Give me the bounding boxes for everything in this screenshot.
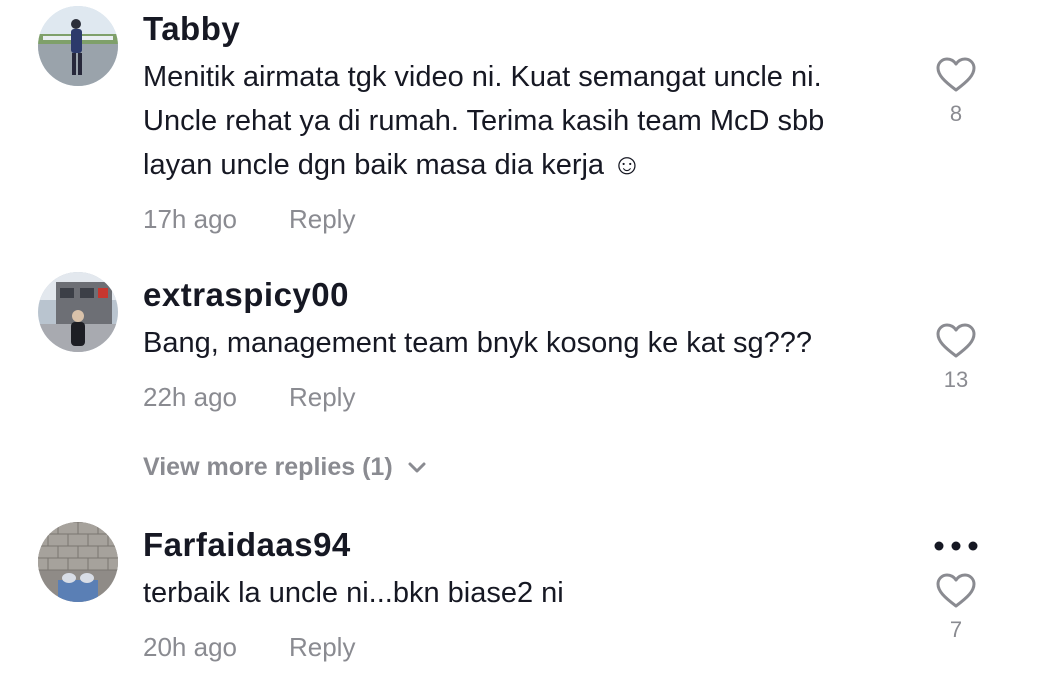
- heart-outline-icon: [936, 57, 976, 92]
- like-button[interactable]: 7: [936, 573, 976, 643]
- comment-text-line: Menitik airmata tgk video ni. Kuat seman…: [143, 61, 822, 93]
- comment-username[interactable]: Tabby: [143, 10, 240, 48]
- comment-text-line: layan uncle dgn baik masa dia kerja ☺: [143, 149, 642, 181]
- reply-button[interactable]: Reply: [289, 632, 355, 662]
- like-count: 7: [949, 617, 963, 642]
- reply-button[interactable]: Reply: [289, 204, 355, 234]
- like-count: 8: [949, 101, 963, 126]
- view-more-replies-label: View more replies (1): [143, 453, 393, 481]
- like-button[interactable]: 8: [936, 57, 976, 127]
- reply-button[interactable]: Reply: [289, 382, 355, 412]
- avatar-image: [38, 272, 118, 352]
- comment-timestamp: 20h ago: [143, 632, 237, 662]
- heart-outline-icon: [936, 573, 976, 608]
- comment-username[interactable]: Farfaidaas94: [143, 526, 351, 564]
- view-more-replies-button[interactable]: View more replies (1): [143, 453, 427, 482]
- comment-text-line: terbaik la uncle ni...bkn biase2 ni: [143, 577, 564, 609]
- comment-text: terbaik la uncle ni...bkn biase2 ni: [143, 571, 903, 615]
- comment-text: Menitik airmata tgk video ni. Kuat seman…: [143, 55, 903, 187]
- avatar[interactable]: [38, 272, 118, 352]
- comment-meta: 22h ago Reply: [143, 382, 355, 413]
- avatar-image: [38, 6, 118, 86]
- comment-text-line: Uncle rehat ya di rumah. Terima kasih te…: [143, 105, 825, 137]
- comment-timestamp: 22h ago: [143, 382, 237, 412]
- heart-outline-icon: [936, 323, 976, 358]
- like-count: 13: [943, 367, 969, 392]
- avatar[interactable]: [38, 6, 118, 86]
- avatar-image: [38, 522, 118, 602]
- comment-text: Bang, management team bnyk kosong ke kat…: [143, 321, 903, 365]
- like-button[interactable]: 13: [936, 323, 976, 393]
- more-dots-icon[interactable]: [933, 540, 979, 552]
- comment-meta: 20h ago Reply: [143, 632, 355, 663]
- avatar[interactable]: [38, 522, 118, 602]
- comment-text-line: Bang, management team bnyk kosong ke kat…: [143, 327, 813, 359]
- chevron-down-icon: [408, 462, 426, 472]
- comment-username[interactable]: extraspicy00: [143, 276, 349, 314]
- comment-meta: 17h ago Reply: [143, 204, 355, 235]
- comment-timestamp: 17h ago: [143, 204, 237, 234]
